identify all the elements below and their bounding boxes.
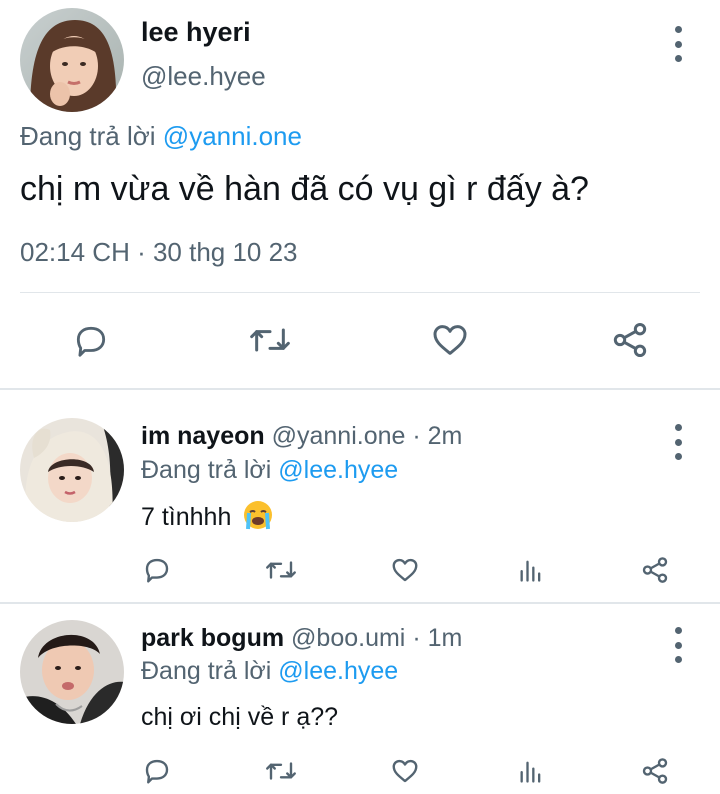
reply-icon[interactable]	[142, 756, 172, 786]
retweet-icon[interactable]	[264, 756, 298, 786]
crying-face-emoji	[242, 499, 274, 538]
author-name[interactable]: lee hyeri	[141, 17, 251, 48]
reply-author-handle[interactable]: @boo.umi	[291, 624, 405, 652]
reply-time: · 2m	[412, 422, 463, 450]
like-icon[interactable]	[430, 320, 470, 360]
avatar-park-bogum[interactable]	[20, 620, 124, 724]
analytics-icon[interactable]	[517, 556, 545, 584]
reply-divider	[0, 602, 720, 604]
reply-author-name[interactable]: im nayeon	[141, 422, 265, 450]
analytics-icon[interactable]	[517, 757, 545, 785]
replying-to-link[interactable]: @lee.hyee	[278, 657, 398, 685]
reply-icon[interactable]	[72, 322, 110, 360]
reply-text-line: 7 tìnhhh	[141, 499, 274, 538]
replying-to-line: Đang trả lời @lee.hyee	[141, 657, 398, 686]
reply-icon[interactable]	[142, 555, 172, 585]
reply-time: · 1m	[412, 624, 463, 652]
share-icon[interactable]	[640, 756, 670, 786]
reply-author-handle[interactable]: @yanni.one	[272, 422, 406, 450]
replying-to-line: Đang trả lời @lee.hyee	[141, 456, 398, 485]
share-icon[interactable]	[610, 320, 650, 360]
section-divider	[0, 388, 720, 390]
like-icon[interactable]	[390, 756, 420, 786]
replying-prefix: Đang trả lời	[141, 456, 272, 484]
tweet-timestamp[interactable]: 02:14 CH · 30 thg 10 23	[20, 237, 298, 268]
more-options-icon[interactable]	[673, 627, 683, 663]
replying-to-link[interactable]: @lee.hyee	[278, 456, 398, 484]
more-options-icon[interactable]	[673, 26, 683, 62]
like-icon[interactable]	[390, 555, 420, 585]
retweet-icon[interactable]	[264, 555, 298, 585]
divider	[20, 292, 700, 293]
replying-to-link[interactable]: @yanni.one	[163, 121, 302, 151]
reply-header: im nayeon @yanni.one · 2m	[141, 422, 462, 451]
share-icon[interactable]	[640, 555, 670, 585]
avatar-lee-hyeri[interactable]	[20, 8, 124, 112]
replying-to-line: Đang trả lời @yanni.one	[20, 121, 302, 152]
avatar-im-nayeon[interactable]	[20, 418, 124, 522]
reply-author-name[interactable]: park bogum	[141, 624, 284, 652]
tweet-text: chị m vừa về hàn đã có vụ gì r đấy à?	[20, 170, 589, 208]
more-options-icon[interactable]	[673, 424, 683, 460]
reply-header: park bogum @boo.umi · 1m	[141, 624, 462, 653]
replying-prefix: Đang trả lời	[141, 657, 272, 685]
retweet-icon[interactable]	[248, 320, 292, 360]
reply-text: chị ơi chị về r ạ??	[141, 703, 339, 731]
replying-prefix: Đang trả lời	[20, 121, 156, 151]
author-handle[interactable]: @lee.hyee	[141, 61, 266, 92]
reply-text: 7 tìnhhh	[141, 503, 232, 531]
